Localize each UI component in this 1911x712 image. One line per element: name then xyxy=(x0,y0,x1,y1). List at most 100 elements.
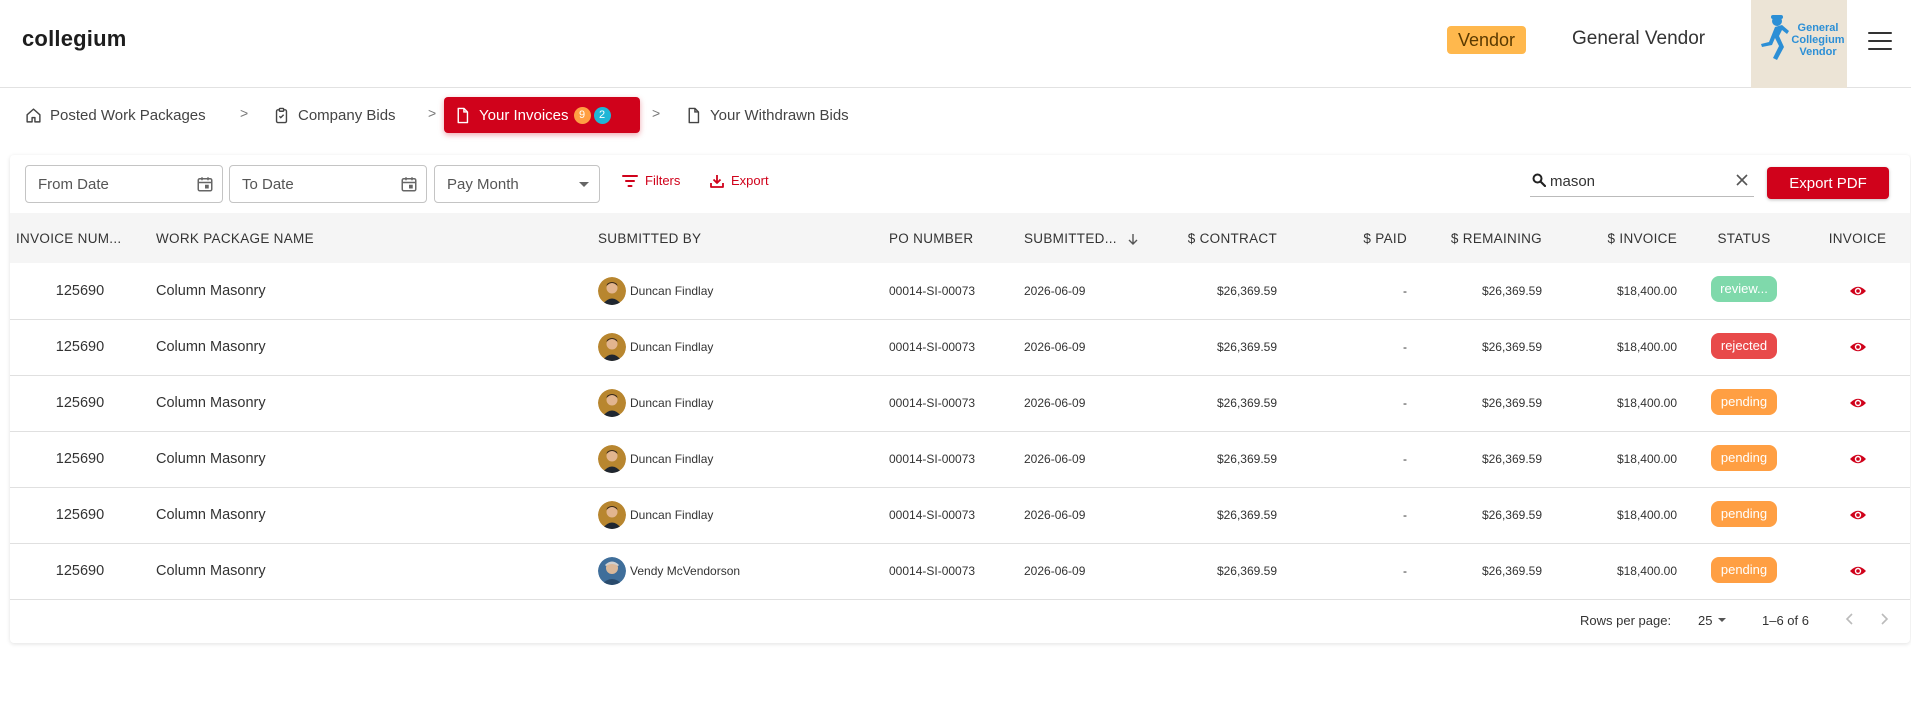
column-header-invoice-amount[interactable]: $ INVOICE xyxy=(1548,213,1683,263)
submitted-by-cell: Duncan Findlay xyxy=(592,431,883,487)
table-header-row: INVOICE NUM... WORK PACKAGE NAME SUBMITT… xyxy=(10,213,1910,263)
work-package-cell: Column Masonry xyxy=(156,507,266,523)
status-badge: pending xyxy=(1711,388,1777,415)
eye-icon[interactable] xyxy=(1849,452,1867,466)
work-package-cell: Column Masonry xyxy=(156,282,266,299)
contract-cell: $26,369.59 xyxy=(1216,396,1277,410)
export-pdf-button[interactable]: Export PDF xyxy=(1767,167,1889,199)
column-header-status[interactable]: STATUS xyxy=(1683,213,1805,263)
paid-cell: - xyxy=(1403,283,1407,298)
tab-company-bids[interactable]: Company Bids xyxy=(263,97,406,133)
table-row[interactable]: 125690 Column Masonry Vendy McVendorson 000… xyxy=(10,543,1910,599)
column-header-submitted[interactable]: SUBMITTED... xyxy=(1018,213,1173,263)
po-number-cell: 00014-SI-00073 xyxy=(889,340,976,354)
invoice-view-cell xyxy=(1805,375,1910,431)
invoice-number-cell: 125690 xyxy=(55,395,105,411)
column-header-invoice: INVOICE xyxy=(1828,230,1887,246)
contract-cell: $26,369.59 xyxy=(1216,508,1277,522)
pay-month-select[interactable]: Pay Month xyxy=(434,165,600,203)
status-badge: pending xyxy=(1711,444,1777,471)
column-header-po-number[interactable]: PO NUMBER xyxy=(883,213,1018,263)
submitted-by-cell: Vendy McVendorson xyxy=(592,543,883,599)
table-row[interactable]: 125690 Column Masonry Duncan Findlay 00014-… xyxy=(10,319,1910,375)
invoices-card: Pay Month Filters Export Export PDF INVO… xyxy=(10,155,1910,643)
table-row[interactable]: 125690 Column Masonry Duncan Findlay 00014-… xyxy=(10,487,1910,543)
column-header-contract[interactable]: $ CONTRACT xyxy=(1173,213,1283,263)
eye-icon[interactable] xyxy=(1849,340,1867,354)
search-icon xyxy=(1532,173,1546,187)
invoice-number-cell: 125690 xyxy=(55,451,105,467)
eye-icon[interactable] xyxy=(1849,284,1867,298)
eye-icon[interactable] xyxy=(1849,396,1867,410)
column-header-remaining[interactable]: $ REMAINING xyxy=(1413,213,1548,263)
tab-posted-work-packages[interactable]: Posted Work Packages xyxy=(15,97,216,133)
tab-your-withdrawn-bids[interactable]: Your Withdrawn Bids xyxy=(675,97,859,133)
search-input[interactable] xyxy=(1550,169,1730,193)
to-date-field[interactable] xyxy=(229,165,427,203)
column-header-invoice-number[interactable]: INVOICE NUM... xyxy=(10,213,150,263)
chevron-right-icon[interactable] xyxy=(1876,611,1892,627)
submitted-date-cell: 2026-06-09 xyxy=(1024,564,1086,578)
calendar-icon[interactable] xyxy=(196,175,214,193)
work-package-cell: Column Masonry xyxy=(156,563,266,579)
from-date-input[interactable] xyxy=(26,166,222,202)
filters-button[interactable]: Filters xyxy=(622,173,680,188)
submitter-name: Duncan Findlay xyxy=(630,508,714,522)
invoice-view-cell xyxy=(1805,319,1910,375)
chevron-down-icon[interactable] xyxy=(1718,618,1726,622)
submitted-by-cell: Duncan Findlay xyxy=(592,319,883,375)
eye-icon[interactable] xyxy=(1849,564,1867,578)
close-icon[interactable] xyxy=(1736,174,1748,186)
invoice-number-cell: 125690 xyxy=(55,563,105,579)
paid-cell: - xyxy=(1403,508,1407,522)
to-date-input[interactable] xyxy=(230,166,426,202)
column-header-paid[interactable]: $ PAID xyxy=(1283,213,1413,263)
invoice-amount-cell: $18,400.00 xyxy=(1616,564,1677,578)
breadcrumb-nav: Posted Work Packages > Company Bids > Yo… xyxy=(0,88,1911,144)
eye-icon[interactable] xyxy=(1849,508,1867,522)
paid-cell: - xyxy=(1403,340,1407,354)
logo-text: General Collegium Vendor xyxy=(1791,22,1845,58)
table-toolbar: Pay Month Filters Export Export PDF xyxy=(10,155,1910,213)
calendar-icon[interactable] xyxy=(400,175,418,193)
rows-per-page-label: Rows per page: xyxy=(1580,613,1672,628)
submitted-date-cell: 2026-06-09 xyxy=(1024,340,1086,354)
search-field[interactable] xyxy=(1530,167,1754,197)
nav-separator: > xyxy=(428,105,437,121)
app-header: collegium Vendor General Vendor General … xyxy=(0,0,1911,88)
from-date-field[interactable] xyxy=(25,165,223,203)
user-name[interactable]: General Vendor xyxy=(1572,28,1705,50)
submitter-name: Duncan Findlay xyxy=(630,452,714,466)
menu-icon[interactable] xyxy=(1868,30,1892,52)
brand-name[interactable]: collegium xyxy=(22,26,127,52)
status-badge: pending xyxy=(1711,500,1777,527)
paid-cell: - xyxy=(1403,452,1407,466)
export-button[interactable]: Export xyxy=(710,173,769,188)
status-cell: pending xyxy=(1683,431,1805,487)
contract-cell: $26,369.59 xyxy=(1216,564,1277,578)
submitted-date-cell: 2026-06-09 xyxy=(1024,396,1086,410)
pay-month-value: Pay Month xyxy=(447,176,519,193)
table-row[interactable]: 125690 Column Masonry Duncan Findlay 00014-… xyxy=(10,375,1910,431)
sort-arrow-down-icon[interactable] xyxy=(1127,233,1139,245)
table-row[interactable]: 125690 Column Masonry Duncan Findlay 00014-… xyxy=(10,263,1910,319)
submitter-name: Duncan Findlay xyxy=(630,340,714,354)
rows-per-page-select[interactable]: 25 xyxy=(1698,613,1712,628)
invoice-amount-cell: $18,400.00 xyxy=(1616,396,1677,410)
invoice-count-badge: 2 xyxy=(593,106,611,124)
work-package-cell: Column Masonry xyxy=(156,451,266,467)
po-number-cell: 00014-SI-00073 xyxy=(889,396,976,410)
document-icon xyxy=(457,107,469,123)
table-row[interactable]: 125690 Column Masonry Duncan Findlay 00014-… xyxy=(10,431,1910,487)
tab-your-invoices[interactable]: Your Invoices 9 2 xyxy=(444,97,640,133)
chevron-left-icon[interactable] xyxy=(1842,611,1858,627)
avatar xyxy=(598,445,626,473)
document-icon xyxy=(688,107,700,123)
invoice-view-cell xyxy=(1805,487,1910,543)
invoice-view-cell xyxy=(1805,431,1910,487)
avatar xyxy=(598,276,626,305)
invoice-number-cell: 125690 xyxy=(55,282,105,299)
column-header-submitted-by[interactable]: SUBMITTED BY xyxy=(592,213,883,263)
column-header-work-package-name[interactable]: WORK PACKAGE NAME xyxy=(150,213,592,263)
work-package-cell: Column Masonry xyxy=(156,339,266,355)
